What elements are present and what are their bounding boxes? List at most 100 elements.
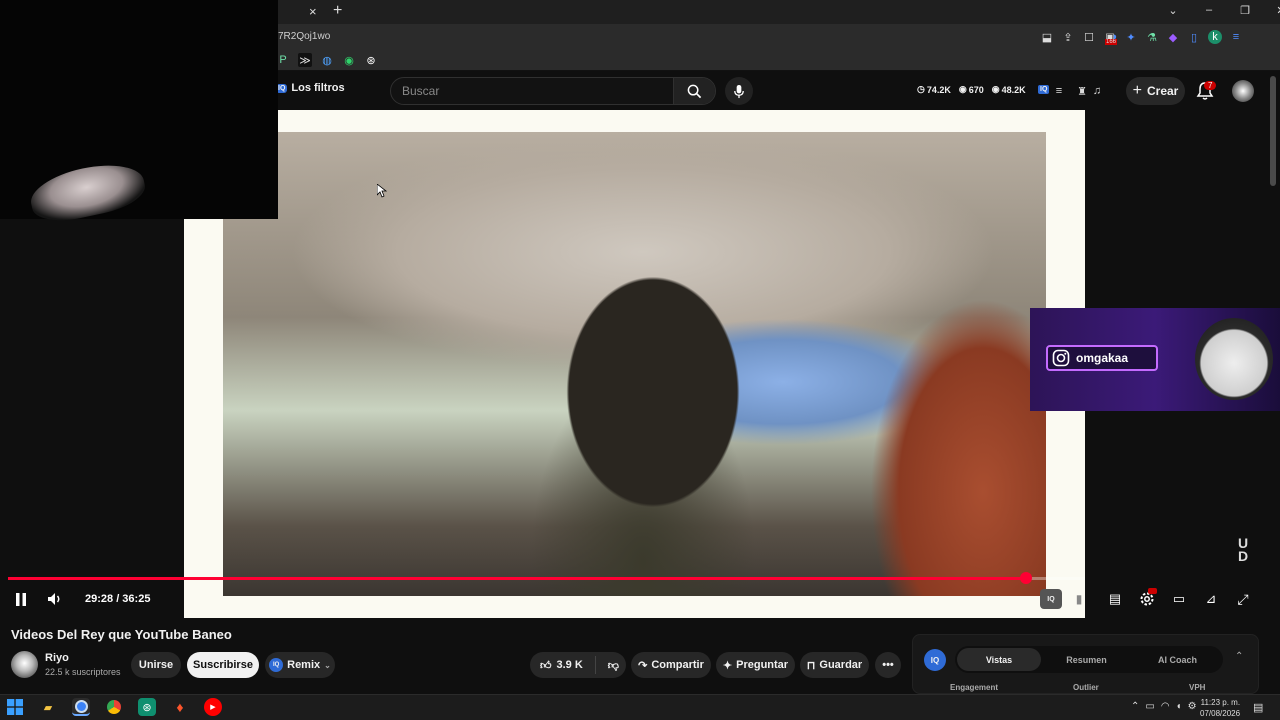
create-button[interactable]: + Crear [1126,77,1185,105]
channel-name[interactable]: Riyo [45,652,69,664]
file-explorer-icon[interactable]: ▰ [39,698,57,716]
clock-icon: ◷ [917,84,925,94]
tab-ai-coach[interactable]: AI Coach [1132,655,1223,665]
stat-watchtime: ◷ 74.2K [917,84,951,95]
trophy-icon[interactable]: ♜ [1075,84,1089,98]
thumbs-down-icon: 👎︎ [607,659,619,672]
settings-tray-icon[interactable]: ⚙ [1188,701,1197,712]
brave-browser-icon[interactable]: ♦ [171,698,189,716]
channel-stats: ◷ 74.2K ◉ 670 ◉ 48.2K [917,84,1026,95]
pause-button[interactable] [9,587,33,611]
tab-vistas[interactable]: Vistas [957,648,1041,671]
stat-views: ◉ 48.2K [991,84,1026,95]
bookmark-p-icon[interactable]: P [276,53,290,67]
ask-button[interactable]: ✦ Preguntar [716,652,795,678]
tab-close-button[interactable]: × [309,4,317,19]
share-icon[interactable]: ⇪ [1061,30,1075,44]
miniplayer-toggle-icon[interactable]: ▮ [1067,587,1091,611]
notification-center-icon[interactable]: ▤ [1253,701,1263,714]
dislike-button[interactable]: 👎︎ [608,659,619,672]
youtube-app-icon[interactable]: ▶ [204,698,222,716]
channel-avatar[interactable] [11,651,38,678]
join-button[interactable]: Unirse [131,652,181,678]
search-input[interactable]: Buscar [391,84,673,98]
tray-chevron-up-icon[interactable]: ⌃ [1131,701,1139,712]
iq-logo-icon[interactable]: IQ [1038,85,1050,94]
menu-icon[interactable]: ≡ [1229,30,1243,44]
search-button[interactable] [673,78,715,104]
account-avatar[interactable] [1232,80,1254,102]
minimize-button[interactable]: – [1202,3,1216,17]
instagram-icon [1052,349,1070,367]
progress-fill [8,577,1026,580]
chrome-profile-icon[interactable] [105,698,123,716]
video-frame-image[interactable] [223,132,1046,596]
webcam-overlay [0,0,278,228]
chatgpt-app-icon[interactable]: ⊛ [138,698,156,716]
flask-icon[interactable]: ⚗ [1145,30,1159,44]
network-icon[interactable]: ▭ [1145,701,1154,712]
share-arrow-icon: ↷ [638,659,648,672]
fullscreen-icon[interactable]: ⤢ [1231,587,1255,611]
list-icon[interactable]: ≡ [1052,84,1066,98]
clock-date: 07/08/2026 [1200,709,1241,718]
iq-player-button[interactable]: IQ [1040,589,1062,609]
microphone-icon [734,84,744,98]
collapse-chevron-icon[interactable]: ⌃ [1235,651,1243,662]
audio-extension-icon[interactable]: ◗ [1108,30,1122,44]
bookmark-terminal-icon[interactable]: ≫ [298,53,312,67]
install-icon[interactable]: ⬓ [1040,30,1054,44]
remix-button[interactable]: IQ Remix ⌄ [265,652,335,678]
chromium-browser-icon[interactable] [72,698,90,716]
extensions-puzzle-icon[interactable]: ✦ [1124,30,1138,44]
sidepanel-icon[interactable]: ▯ [1187,30,1201,44]
page-scrollbar[interactable] [1270,76,1276,186]
filters-button[interactable]: IQ Los filtros [276,82,345,94]
restore-button[interactable]: ❐ [1238,3,1252,17]
profile-avatar[interactable]: k [1208,30,1222,44]
bookmark-chatgpt-icon[interactable]: ⊛ [364,53,378,67]
settings-button[interactable] [1135,587,1159,611]
bookmark-green-icon[interactable]: ◉ [342,53,356,67]
video-title: Videos Del Rey que YouTube Baneo [11,627,232,642]
taskbar-clock[interactable]: 11:23 p. m. 07/08/2026 [1200,697,1240,719]
share-button[interactable]: ↷ Compartir [631,652,711,678]
subtitles-icon[interactable]: ▤ [1103,587,1127,611]
windows-taskbar: ▰ ⊛ ♦ ▶ ⌃ ▭ ◠ ◖ ⚙ 11:23 p. m. 07/08/2026… [0,694,1280,720]
pause-icon [16,592,26,606]
video-progress-bar[interactable] [8,572,1085,584]
close-window-button[interactable]: ✕ [1274,3,1280,17]
url-text[interactable]: 7R2Qoj1wo [278,31,330,42]
save-button[interactable]: ⊓ Guardar [800,652,869,678]
extension-purple-icon[interactable]: ◆ [1166,30,1180,44]
channel-watermark-logo: UD [1238,535,1249,564]
progress-scrubber-handle[interactable] [1019,572,1032,584]
bell-small-icon[interactable]: ♫ [1090,84,1104,98]
time-display: 29:28 / 36:25 [85,593,151,605]
cast-icon[interactable]: ⊿ [1199,587,1223,611]
tab-resumen[interactable]: Resumen [1041,655,1132,665]
like-button[interactable]: 👍︎ 3.9 K [540,659,583,672]
volume-button[interactable] [43,587,67,611]
voice-search-button[interactable] [725,77,753,105]
eye-icon: ◉ [991,84,1000,94]
bookmark-globe-icon[interactable]: ◍ [320,53,334,67]
hd-badge-icon [1148,588,1157,594]
chevron-down-icon: ⌄ [324,660,331,670]
subscribe-button[interactable]: Suscribirse [187,652,259,678]
bookmark-star-icon[interactable]: ☐ [1082,30,1096,44]
column-engagement: Engagement [950,683,999,692]
like-dislike-group: 👍︎ 3.9 K 👎︎ [530,652,626,678]
search-box: Buscar [390,77,716,105]
plus-icon: + [1132,82,1142,99]
tab-search-icon[interactable]: ⌄ [1166,3,1180,17]
start-button[interactable] [6,698,24,716]
speaker-icon[interactable]: ◖ [1176,701,1182,712]
theater-mode-icon[interactable]: ▭ [1167,587,1191,611]
instagram-handle: omgakaa [1076,351,1129,365]
sparkle-icon: ✦ [722,659,733,672]
new-tab-button[interactable]: + [333,2,342,20]
more-actions-button[interactable]: ••• [875,652,901,678]
wifi-icon[interactable]: ◠ [1161,701,1170,712]
vidiq-logo-icon: IQ [924,649,946,671]
